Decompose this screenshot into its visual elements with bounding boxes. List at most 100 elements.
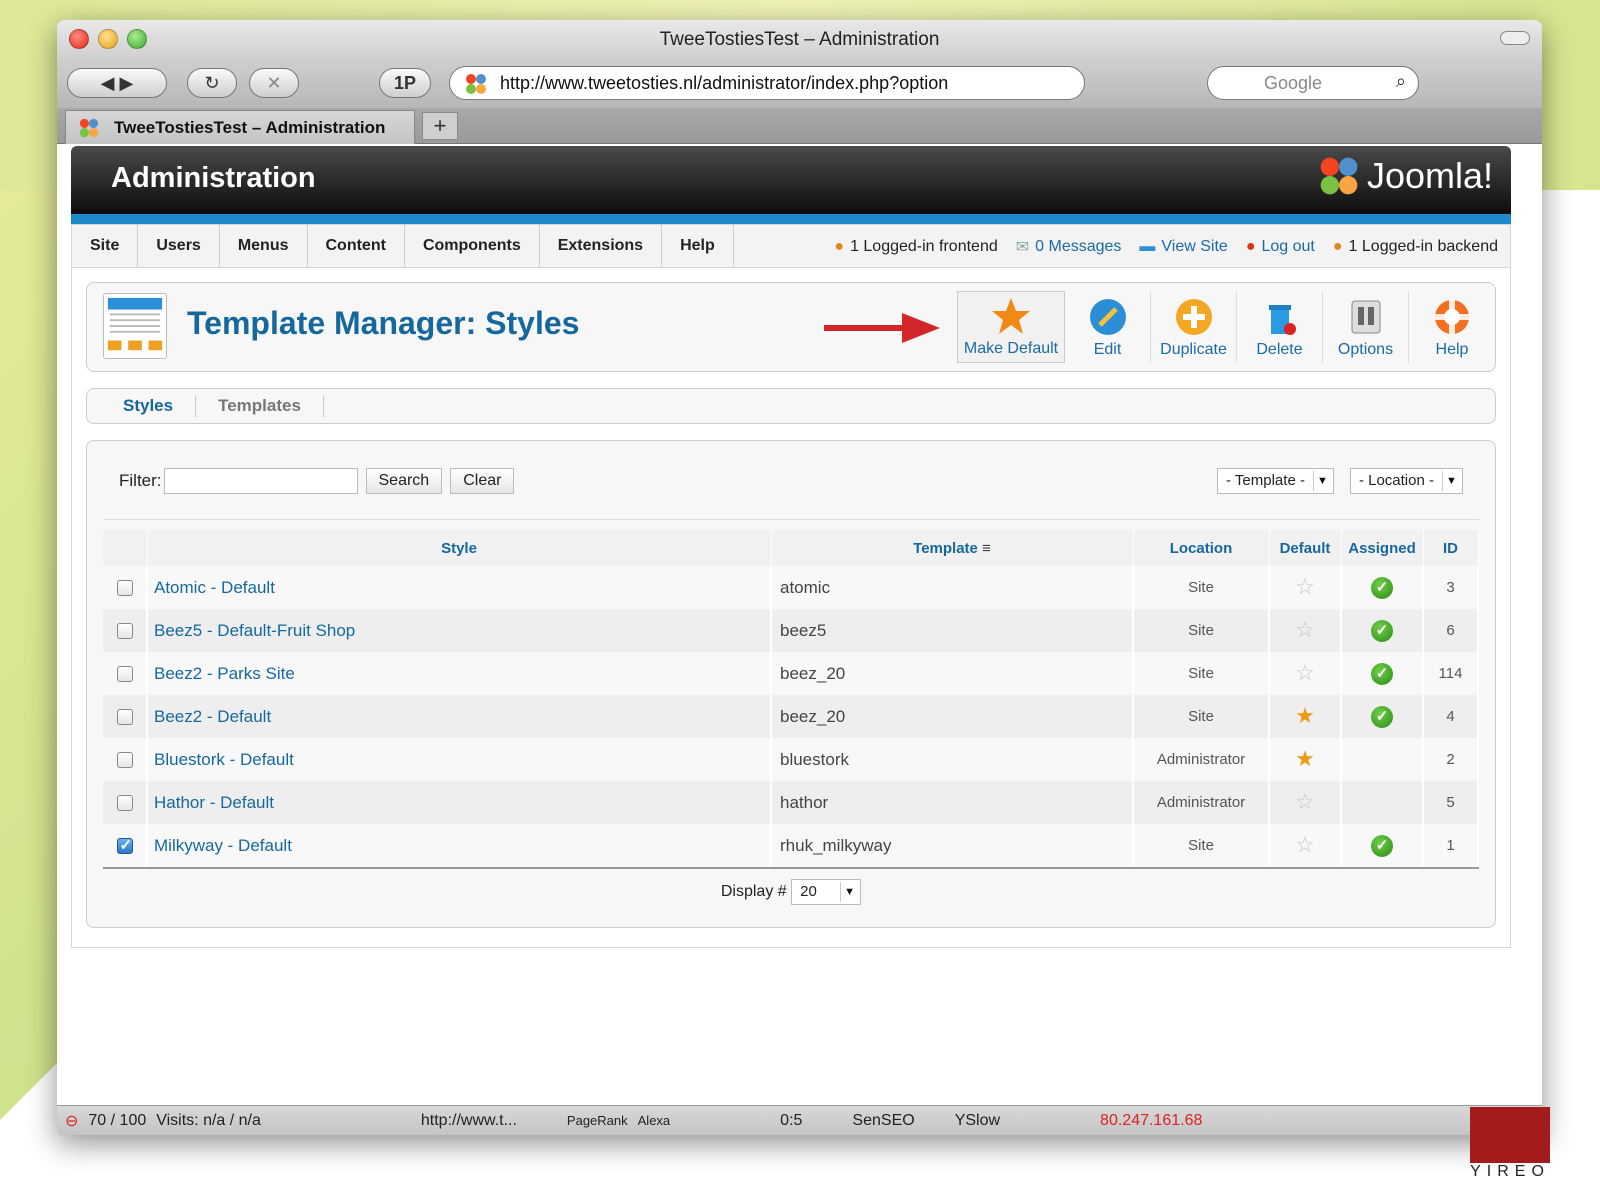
view-site-link[interactable]: ▬ View Site: [1139, 238, 1227, 256]
sort-icon: ≡: [982, 539, 991, 557]
pagerank-label[interactable]: PageRank: [567, 1113, 628, 1128]
location-cell: Site: [1133, 566, 1270, 609]
table-row: Beez5 - Default-Fruit Shop beez5 Site ☆ ✓ 6: [103, 609, 1479, 652]
ratio-value: 0:5: [780, 1111, 803, 1129]
stop-button[interactable]: ✕: [249, 68, 299, 98]
location-select[interactable]: - Location - ▼: [1349, 468, 1463, 494]
rank-icon: ⊖: [65, 1112, 79, 1130]
duplicate-button[interactable]: Duplicate: [1151, 291, 1237, 363]
senseo-label[interactable]: SenSEO: [852, 1112, 914, 1130]
menu-site[interactable]: Site: [72, 224, 139, 268]
row-checkbox[interactable]: [116, 795, 133, 812]
row-checkbox[interactable]: [116, 752, 133, 769]
assigned-cell: ✓: [1341, 609, 1424, 652]
style-link[interactable]: Beez2 - Parks Site: [148, 664, 295, 683]
template-select[interactable]: - Template - ▼: [1217, 468, 1334, 494]
menu-extensions[interactable]: Extensions: [540, 224, 663, 268]
options-button[interactable]: Options: [1323, 291, 1409, 363]
yslow-label[interactable]: YSlow: [955, 1112, 1000, 1130]
backend-status-label: 1 Logged-in backend: [1348, 238, 1498, 256]
menu-help[interactable]: Help: [662, 224, 734, 268]
page-title: Template Manager: Styles: [187, 305, 580, 341]
default-star-icon[interactable]: ☆: [1295, 660, 1315, 685]
subtabs: Styles Templates: [86, 388, 1496, 424]
admin-menu: Site Users Menus Content Components Exte…: [71, 224, 1511, 268]
check-icon: ✓: [1371, 619, 1393, 642]
tab-label: TweeTostiesTest – Administration: [114, 117, 386, 137]
default-star-icon[interactable]: ☆: [1295, 574, 1315, 599]
browser-statusbar: ⊖ 70 / 100 Visits: n/a / n/a http://www.…: [57, 1105, 1542, 1135]
default-star-icon[interactable]: ☆: [1295, 617, 1315, 642]
id-cell: 5: [1423, 781, 1479, 824]
header-location[interactable]: Location: [1133, 530, 1270, 566]
template-cell: beez_20: [771, 652, 1134, 695]
search-button[interactable]: Search: [365, 468, 443, 494]
row-checkbox-cell: [103, 824, 148, 867]
edit-label: Edit: [1093, 341, 1122, 358]
help-label: Help: [1435, 341, 1469, 358]
address-text: http://www.tweetosties.nl/administrator/…: [500, 72, 949, 93]
assigned-cell: ✓: [1341, 652, 1424, 695]
messages-link[interactable]: ✉ 0 Messages: [1016, 237, 1122, 257]
menu-content[interactable]: Content: [308, 224, 405, 268]
check-icon: ✓: [1371, 662, 1393, 685]
toolbar-toggle-button[interactable]: [1500, 31, 1530, 45]
make-default-button[interactable]: Make Default: [957, 291, 1065, 363]
ip-address: 80.247.161.68: [1100, 1111, 1203, 1129]
menu-users[interactable]: Users: [138, 224, 220, 268]
header-default[interactable]: Default: [1269, 530, 1342, 566]
new-tab-button[interactable]: +: [422, 112, 458, 140]
address-bar[interactable]: http://www.tweetosties.nl/administrator/…: [449, 66, 1085, 100]
onepassword-button[interactable]: 1P: [379, 68, 431, 98]
yireo-text: YIREO: [1470, 1163, 1550, 1180]
header-id[interactable]: ID: [1423, 530, 1479, 566]
template-select-value: - Template -: [1226, 472, 1305, 489]
browser-window: TweeTostiesTest – Administration ◀ ▶ ↻ ✕…: [57, 20, 1542, 1135]
browser-toolbar: ◀ ▶ ↻ ✕ 1P http://www.tweetosties.nl/adm…: [57, 60, 1542, 108]
menu-components[interactable]: Components: [405, 224, 540, 268]
style-link[interactable]: Beez2 - Default: [148, 707, 271, 726]
location-cell: Administrator: [1133, 781, 1270, 824]
style-link[interactable]: Hathor - Default: [148, 793, 274, 812]
logout-link[interactable]: ● Log out: [1246, 238, 1315, 256]
delete-label: Delete: [1256, 341, 1303, 358]
menu-menus[interactable]: Menus: [220, 224, 308, 268]
filter-input[interactable]: [163, 468, 358, 494]
view-site-label: View Site: [1161, 238, 1228, 256]
header-template-label: Template: [913, 539, 978, 557]
main-area: Template Manager: Styles Make Default Ed…: [71, 268, 1511, 948]
search-field[interactable]: Google ⌕: [1207, 66, 1419, 100]
check-icon: ✓: [1371, 834, 1393, 857]
row-checkbox[interactable]: [116, 580, 133, 597]
row-checkbox[interactable]: [116, 623, 133, 640]
header-assigned[interactable]: Assigned: [1341, 530, 1424, 566]
style-link[interactable]: Atomic - Default: [148, 578, 275, 597]
style-link[interactable]: Bluestork - Default: [148, 750, 294, 769]
default-star-icon[interactable]: ★: [1295, 746, 1315, 771]
row-checkbox[interactable]: [116, 836, 133, 855]
tab-templates[interactable]: Templates: [196, 395, 324, 417]
clear-button[interactable]: Clear: [450, 468, 515, 494]
logout-icon: ●: [1245, 237, 1256, 255]
style-cell: Beez5 - Default-Fruit Shop: [147, 609, 772, 652]
style-link[interactable]: Beez5 - Default-Fruit Shop: [148, 621, 355, 640]
edit-button[interactable]: Edit: [1065, 291, 1151, 363]
default-star-icon[interactable]: ★: [1295, 703, 1315, 728]
help-button[interactable]: Help: [1409, 291, 1495, 363]
back-forward-buttons[interactable]: ◀ ▶: [67, 68, 167, 98]
row-checkbox[interactable]: [116, 666, 133, 683]
display-select[interactable]: 20 ▼: [791, 879, 862, 905]
alexa-label[interactable]: Alexa: [638, 1113, 671, 1128]
joomla-logo-text: Joomla!: [1366, 155, 1493, 196]
header-style[interactable]: Style: [147, 530, 772, 566]
default-star-icon[interactable]: ☆: [1295, 832, 1315, 857]
browser-tab[interactable]: TweeTostiesTest – Administration: [65, 110, 415, 144]
delete-button[interactable]: Delete: [1237, 291, 1323, 363]
tab-styles[interactable]: Styles: [101, 395, 197, 417]
row-checkbox[interactable]: [116, 709, 133, 726]
default-star-icon[interactable]: ☆: [1295, 789, 1315, 814]
reload-button[interactable]: ↻: [187, 68, 237, 98]
id-cell: 114: [1423, 652, 1479, 695]
header-template[interactable]: Template ≡: [771, 530, 1134, 566]
style-link[interactable]: Milkyway - Default: [148, 836, 292, 855]
